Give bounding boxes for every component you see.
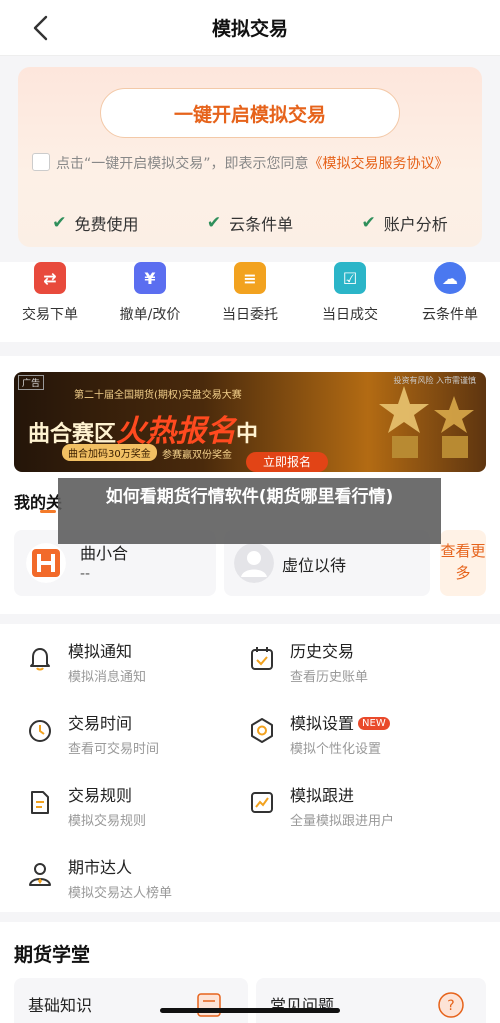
agreement-link[interactable]: 《模拟交易服务协议》 [309,156,449,172]
menu-subtitle: 模拟个性化设置 [290,742,382,757]
feature-label: 云条件单 [229,215,294,234]
menu-subtitle: 模拟交易规则 [68,814,147,829]
section-title: 期货学堂 [14,944,91,966]
feature-item: ✔ 云条件单 [207,211,293,235]
quick-label: 当日委托 [222,307,278,323]
feature-label: 免费使用 [74,215,139,234]
menu-item-trade-time[interactable]: 交易时间 查看可交易时间 [26,708,256,772]
register-now-button[interactable]: 立即报名 [246,452,328,472]
school-card-basics[interactable]: 基础知识 [14,978,248,1023]
new-badge: NEW [358,717,390,730]
back-arrow-icon[interactable] [28,14,54,42]
menu-title: 模拟通知 [68,642,133,661]
settings-icon [251,718,273,743]
calendar-check-icon [251,647,273,670]
quick-actions: ⇄ 交易下单 ¥ 撤单/改价 ≡ 当日委托 ☑ 当日成交 ☁ 云条件单 [0,262,500,342]
member-name: 虚位以待 [282,556,347,575]
feature-menu: 模拟通知 模拟消息通知 历史交易 查看历史账单 交易时间 查看可交易时间 模拟设… [0,624,500,912]
menu-item-history[interactable]: 历史交易 查看历史账单 [248,636,478,700]
clock-icon [29,720,51,742]
quick-label: 当日成交 [322,307,378,323]
menu-title-text: 模拟设置 [290,714,355,733]
menu-title: 模拟设置 NEW [290,710,390,734]
home-indicator [160,1008,340,1013]
check-icon: ✔ [52,213,67,233]
chart-up-icon [251,792,273,813]
cancel-order-icon: ¥ [134,262,166,294]
banner-small-title: 第二十届全国期货(期权)实盘交易大赛 [74,390,242,401]
menu-title: 交易规则 [68,786,133,805]
agreement-text: 点击“一键开启模拟交易”，即表示您同意《模拟交易服务协议》 [32,153,462,175]
check-icon: ✔ [361,213,376,233]
menu-title: 交易时间 [68,714,133,733]
contest-banner[interactable]: 广告 第二十届全国期货(期权)实盘交易大赛 曲合赛区火热报名中 曲合加码30万奖… [14,372,486,472]
quick-daily-entrust[interactable]: ≡ 当日委托 [200,262,300,342]
nav-bar: 模拟交易 [0,0,500,56]
feature-item: ✔ 账户分析 [362,211,448,235]
quick-daily-deal[interactable]: ☑ 当日成交 [300,262,400,342]
trade-order-icon: ⇄ [34,262,66,294]
open-sim-trade-card: 一键开启模拟交易 点击“一键开启模拟交易”，即表示您同意《模拟交易服务协议》 ✔… [18,67,482,247]
quick-label: 云条件单 [422,307,478,323]
card-title: 基础知识 [28,996,93,1015]
feature-list: ✔ 免费使用 ✔ 云条件单 ✔ 账户分析 [18,211,482,235]
expert-icon [29,863,51,886]
avatar [26,543,66,583]
svg-text:?: ? [447,998,454,1014]
menu-item-expert[interactable]: 期市达人 模拟交易达人榜单 [26,852,256,916]
menu-title: 模拟跟进 [290,786,355,805]
overlay-caption: 如何看期货行情软件(期货哪里看行情) [58,478,441,544]
menu-subtitle: 模拟交易达人榜单 [68,886,173,901]
check-icon: ✔ [206,213,222,233]
question-icon: ? [438,992,464,1018]
quick-cloud-order[interactable]: ☁ 云条件单 [400,262,500,342]
menu-subtitle: 查看可交易时间 [68,742,160,757]
menu-item-sim-settings[interactable]: 模拟设置 NEW 模拟个性化设置 [248,708,478,772]
quick-trade-order[interactable]: ⇄ 交易下单 [0,262,100,342]
menu-subtitle: 模拟消息通知 [68,670,147,685]
agree-checkbox[interactable] [32,153,50,171]
banner-tag-bonus: 曲合加码30万奖金 [62,444,157,461]
book-icon [197,993,221,1017]
tab-underline [40,510,56,513]
open-sim-trade-button[interactable]: 一键开启模拟交易 [100,88,400,138]
cloud-order-icon: ☁ [434,262,466,294]
feature-item: ✔ 免费使用 [52,211,138,235]
quick-cancel-order[interactable]: ¥ 撤单/改价 [100,262,200,342]
document-icon [31,791,49,814]
agreement-prefix: 点击“一键开启模拟交易”，即表示您同意 [56,156,309,172]
menu-subtitle: 全量模拟跟进用户 [290,814,395,829]
banner-suffix: 中 [236,422,259,447]
menu-item-sim-follow[interactable]: 模拟跟进 全量模拟跟进用户 [248,780,478,844]
ad-tag: 广告 [18,375,45,390]
menu-title: 期市达人 [68,858,133,877]
menu-item-sim-notice[interactable]: 模拟通知 模拟消息通知 [26,636,256,700]
menu-title: 历史交易 [290,642,355,661]
see-more-button[interactable]: 查看更多 [440,530,486,596]
menu-item-trade-rules[interactable]: 交易规则 模拟交易规则 [26,780,256,844]
avatar-placeholder-icon [234,543,274,583]
trophy-stars-icon [379,386,474,458]
banner-tag-double: 参赛赢双份奖金 [162,450,232,461]
member-value: -- [80,566,91,582]
school-card-faq[interactable]: 常见问题 ? [256,978,486,1023]
bell-icon [30,648,50,671]
quick-label: 交易下单 [22,307,78,323]
menu-subtitle: 查看历史账单 [290,670,369,685]
page-title: 模拟交易 [211,18,288,40]
feature-label: 账户分析 [383,215,448,234]
daily-entrust-icon: ≡ [234,262,266,294]
daily-deal-icon: ☑ [334,262,366,294]
quick-label: 撤单/改价 [119,307,181,323]
